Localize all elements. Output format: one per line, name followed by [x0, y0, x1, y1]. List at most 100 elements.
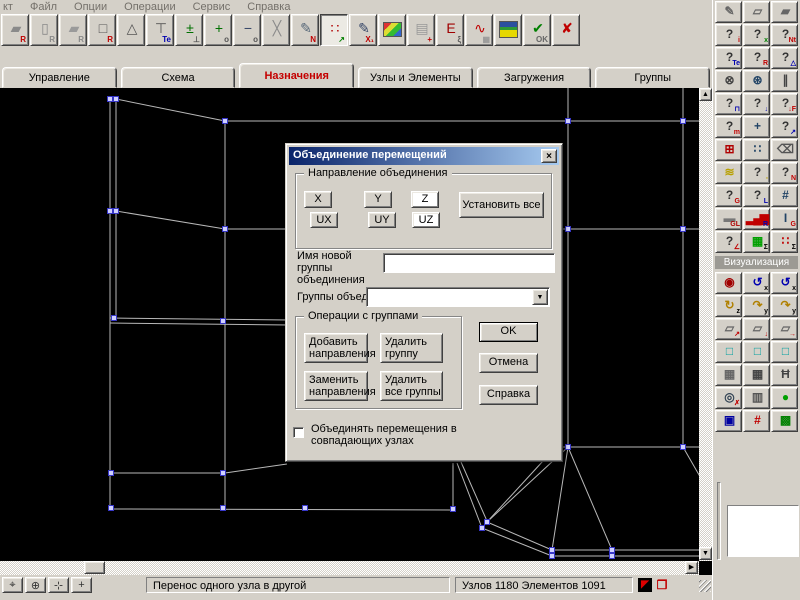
ibeam-icon[interactable]: IG: [771, 208, 798, 230]
tab-2[interactable]: Схема: [120, 67, 236, 88]
delete-group-button[interactable]: Удалить группу: [380, 333, 443, 363]
stiffness-n-icon[interactable]: ✎ N: [291, 14, 319, 46]
spin-top-icon[interactable]: ◉: [715, 272, 742, 294]
node-axis-icon[interactable]: ⊗: [715, 70, 742, 92]
chevron-down-icon[interactable]: ▼: [532, 289, 548, 305]
help-button[interactable]: Справка: [479, 385, 538, 405]
info-moment-icon[interactable]: ? m: [715, 116, 742, 138]
info-rod-icon[interactable]: ? i: [715, 24, 742, 46]
rigidity-plate-icon[interactable]: ▰ R: [1, 14, 29, 46]
delete-element-icon[interactable]: ╳: [262, 14, 290, 46]
plate-arrows-icon[interactable]: ▤ +: [407, 14, 435, 46]
rotate-x2-icon[interactable]: ↺ x: [771, 272, 798, 294]
draw-plate-icon[interactable]: ▱: [743, 1, 770, 23]
draw-rod-icon[interactable]: ✎: [715, 1, 742, 23]
info-load-icon[interactable]: ? ↓: [743, 93, 770, 115]
tab-6[interactable]: Группы: [595, 67, 711, 88]
rigidity-solid-icon[interactable]: □ R: [88, 14, 116, 46]
tab-3[interactable]: Назначения: [239, 63, 355, 88]
remove-node-icon[interactable]: − o: [233, 14, 261, 46]
close-icon[interactable]: ×: [541, 149, 557, 163]
support-truss-icon[interactable]: △: [117, 14, 145, 46]
rotate-y-icon[interactable]: ↷ y: [743, 295, 770, 317]
info-te-icon[interactable]: ? Te: [715, 47, 742, 69]
section-icon[interactable]: Ħ: [771, 364, 798, 386]
isometry-3-icon[interactable]: □: [771, 341, 798, 363]
info-3d-icon[interactable]: ? ↗: [771, 116, 798, 138]
draw-solid-icon[interactable]: ▰: [771, 1, 798, 23]
status-tool-target-icon[interactable]: ⌖: [2, 577, 23, 593]
isometry-1-icon[interactable]: □: [715, 341, 742, 363]
tab-5[interactable]: Загружения: [476, 67, 592, 88]
add-directions-button[interactable]: Добавить направления: [304, 333, 376, 363]
resize-grip[interactable]: [699, 580, 711, 592]
chart-r-icon[interactable]: ▂▄▆ R: [743, 208, 770, 230]
rotate-x-icon[interactable]: ↺ x: [743, 272, 770, 294]
info-rigidity-icon[interactable]: ? R: [743, 47, 770, 69]
direction-x-button[interactable]: X: [304, 191, 332, 208]
grid-hand-icon[interactable]: ⊞: [715, 139, 742, 161]
info-angle-icon[interactable]: ? ∠: [715, 231, 742, 253]
rotate-z-icon[interactable]: ↻ z: [715, 295, 742, 317]
cancel-button[interactable]: Отмена: [479, 353, 538, 373]
mesh-small-icon[interactable]: ▦: [715, 364, 742, 386]
info-node-icon[interactable]: ? x: [743, 24, 770, 46]
add-constraint-icon[interactable]: ± ⊥: [175, 14, 203, 46]
mesh-large-icon[interactable]: ▦: [743, 364, 770, 386]
delete-all-groups-button[interactable]: Удалить все группы: [380, 371, 443, 401]
element-type-icon[interactable]: ⊤ Te: [146, 14, 174, 46]
horizontal-scrollbar[interactable]: ▶: [0, 561, 699, 575]
fragment-icon[interactable]: [494, 14, 522, 46]
eraser-icon[interactable]: ⌫: [771, 139, 798, 161]
new-group-name-input[interactable]: [383, 253, 555, 273]
scrollbar-thumb[interactable]: [84, 561, 105, 574]
info-l-icon[interactable]: ? L: [743, 185, 770, 207]
groups-combobox[interactable]: ▼: [366, 287, 550, 307]
rotate-y2-icon[interactable]: ↷ y: [771, 295, 798, 317]
direction-uy-button[interactable]: UY: [368, 212, 396, 228]
info-nt-icon[interactable]: ? Nt: [771, 24, 798, 46]
picture-icon[interactable]: ▣: [715, 410, 742, 432]
direction-z-button[interactable]: Z: [411, 191, 439, 208]
menu-item-1[interactable]: кт: [3, 1, 13, 13]
ok-button[interactable]: OK: [479, 322, 538, 342]
node-axis2-icon[interactable]: ⊛: [743, 70, 770, 92]
status-tool-snap-node-icon[interactable]: +: [71, 577, 92, 593]
merge-coincident-checkbox[interactable]: [293, 427, 304, 438]
projection-xz-icon[interactable]: ▱ ↓: [743, 318, 770, 340]
tab-4[interactable]: Узлы и Элементы: [358, 67, 473, 88]
nodes-grid-icon[interactable]: ∷: [743, 139, 770, 161]
projection-xy-icon[interactable]: ▱ ↗: [715, 318, 742, 340]
scroll-up-icon[interactable]: ▲: [699, 88, 712, 101]
grid-red-icon[interactable]: #: [743, 410, 770, 432]
direction-uz-button[interactable]: UZ: [412, 212, 440, 228]
nodes-sum-icon[interactable]: ∷ Σ: [771, 231, 798, 253]
menu-item-5[interactable]: Сервис: [193, 1, 231, 13]
info-force-icon[interactable]: ? ↓F: [771, 93, 798, 115]
info-beam-load-icon[interactable]: ? ⊓: [715, 93, 742, 115]
scroll-down-icon[interactable]: ▼: [699, 547, 712, 560]
scroll-right-icon[interactable]: ▶: [685, 561, 698, 574]
grid-green-icon[interactable]: ▩: [771, 410, 798, 432]
merge-displacements-icon[interactable]: ∷ ↗: [320, 14, 348, 46]
confirm-icon[interactable]: ✔ OK: [523, 14, 551, 46]
rigidity-slab-icon[interactable]: ▰ R: [59, 14, 87, 46]
color-model-icon[interactable]: [378, 14, 406, 46]
tab-1[interactable]: Управление: [2, 67, 117, 88]
isometry-2-icon[interactable]: □: [743, 341, 770, 363]
menu-item-4[interactable]: Операции: [124, 1, 175, 13]
grid-snap-icon[interactable]: #: [771, 185, 798, 207]
vertical-scrollbar[interactable]: ▲ ▼: [699, 88, 712, 561]
cancel-icon[interactable]: ✘: [552, 14, 580, 46]
add-node-icon[interactable]: + o: [204, 14, 232, 46]
color-sum-icon[interactable]: ▦ Σ: [743, 231, 770, 253]
menu-item-6[interactable]: Справка: [247, 1, 290, 13]
info-g-icon[interactable]: ? G: [715, 185, 742, 207]
graph-icon[interactable]: ∿ ▦: [465, 14, 493, 46]
info-node-group-icon[interactable]: ? ▫: [743, 162, 770, 184]
projection-yz-icon[interactable]: ▱ →: [771, 318, 798, 340]
rigidity-wall-icon[interactable]: ▯ R: [30, 14, 58, 46]
local-axes-icon[interactable]: ✎ X₁: [349, 14, 377, 46]
direction-y-button[interactable]: Y: [364, 191, 392, 208]
menu-item-3[interactable]: Опции: [74, 1, 107, 13]
